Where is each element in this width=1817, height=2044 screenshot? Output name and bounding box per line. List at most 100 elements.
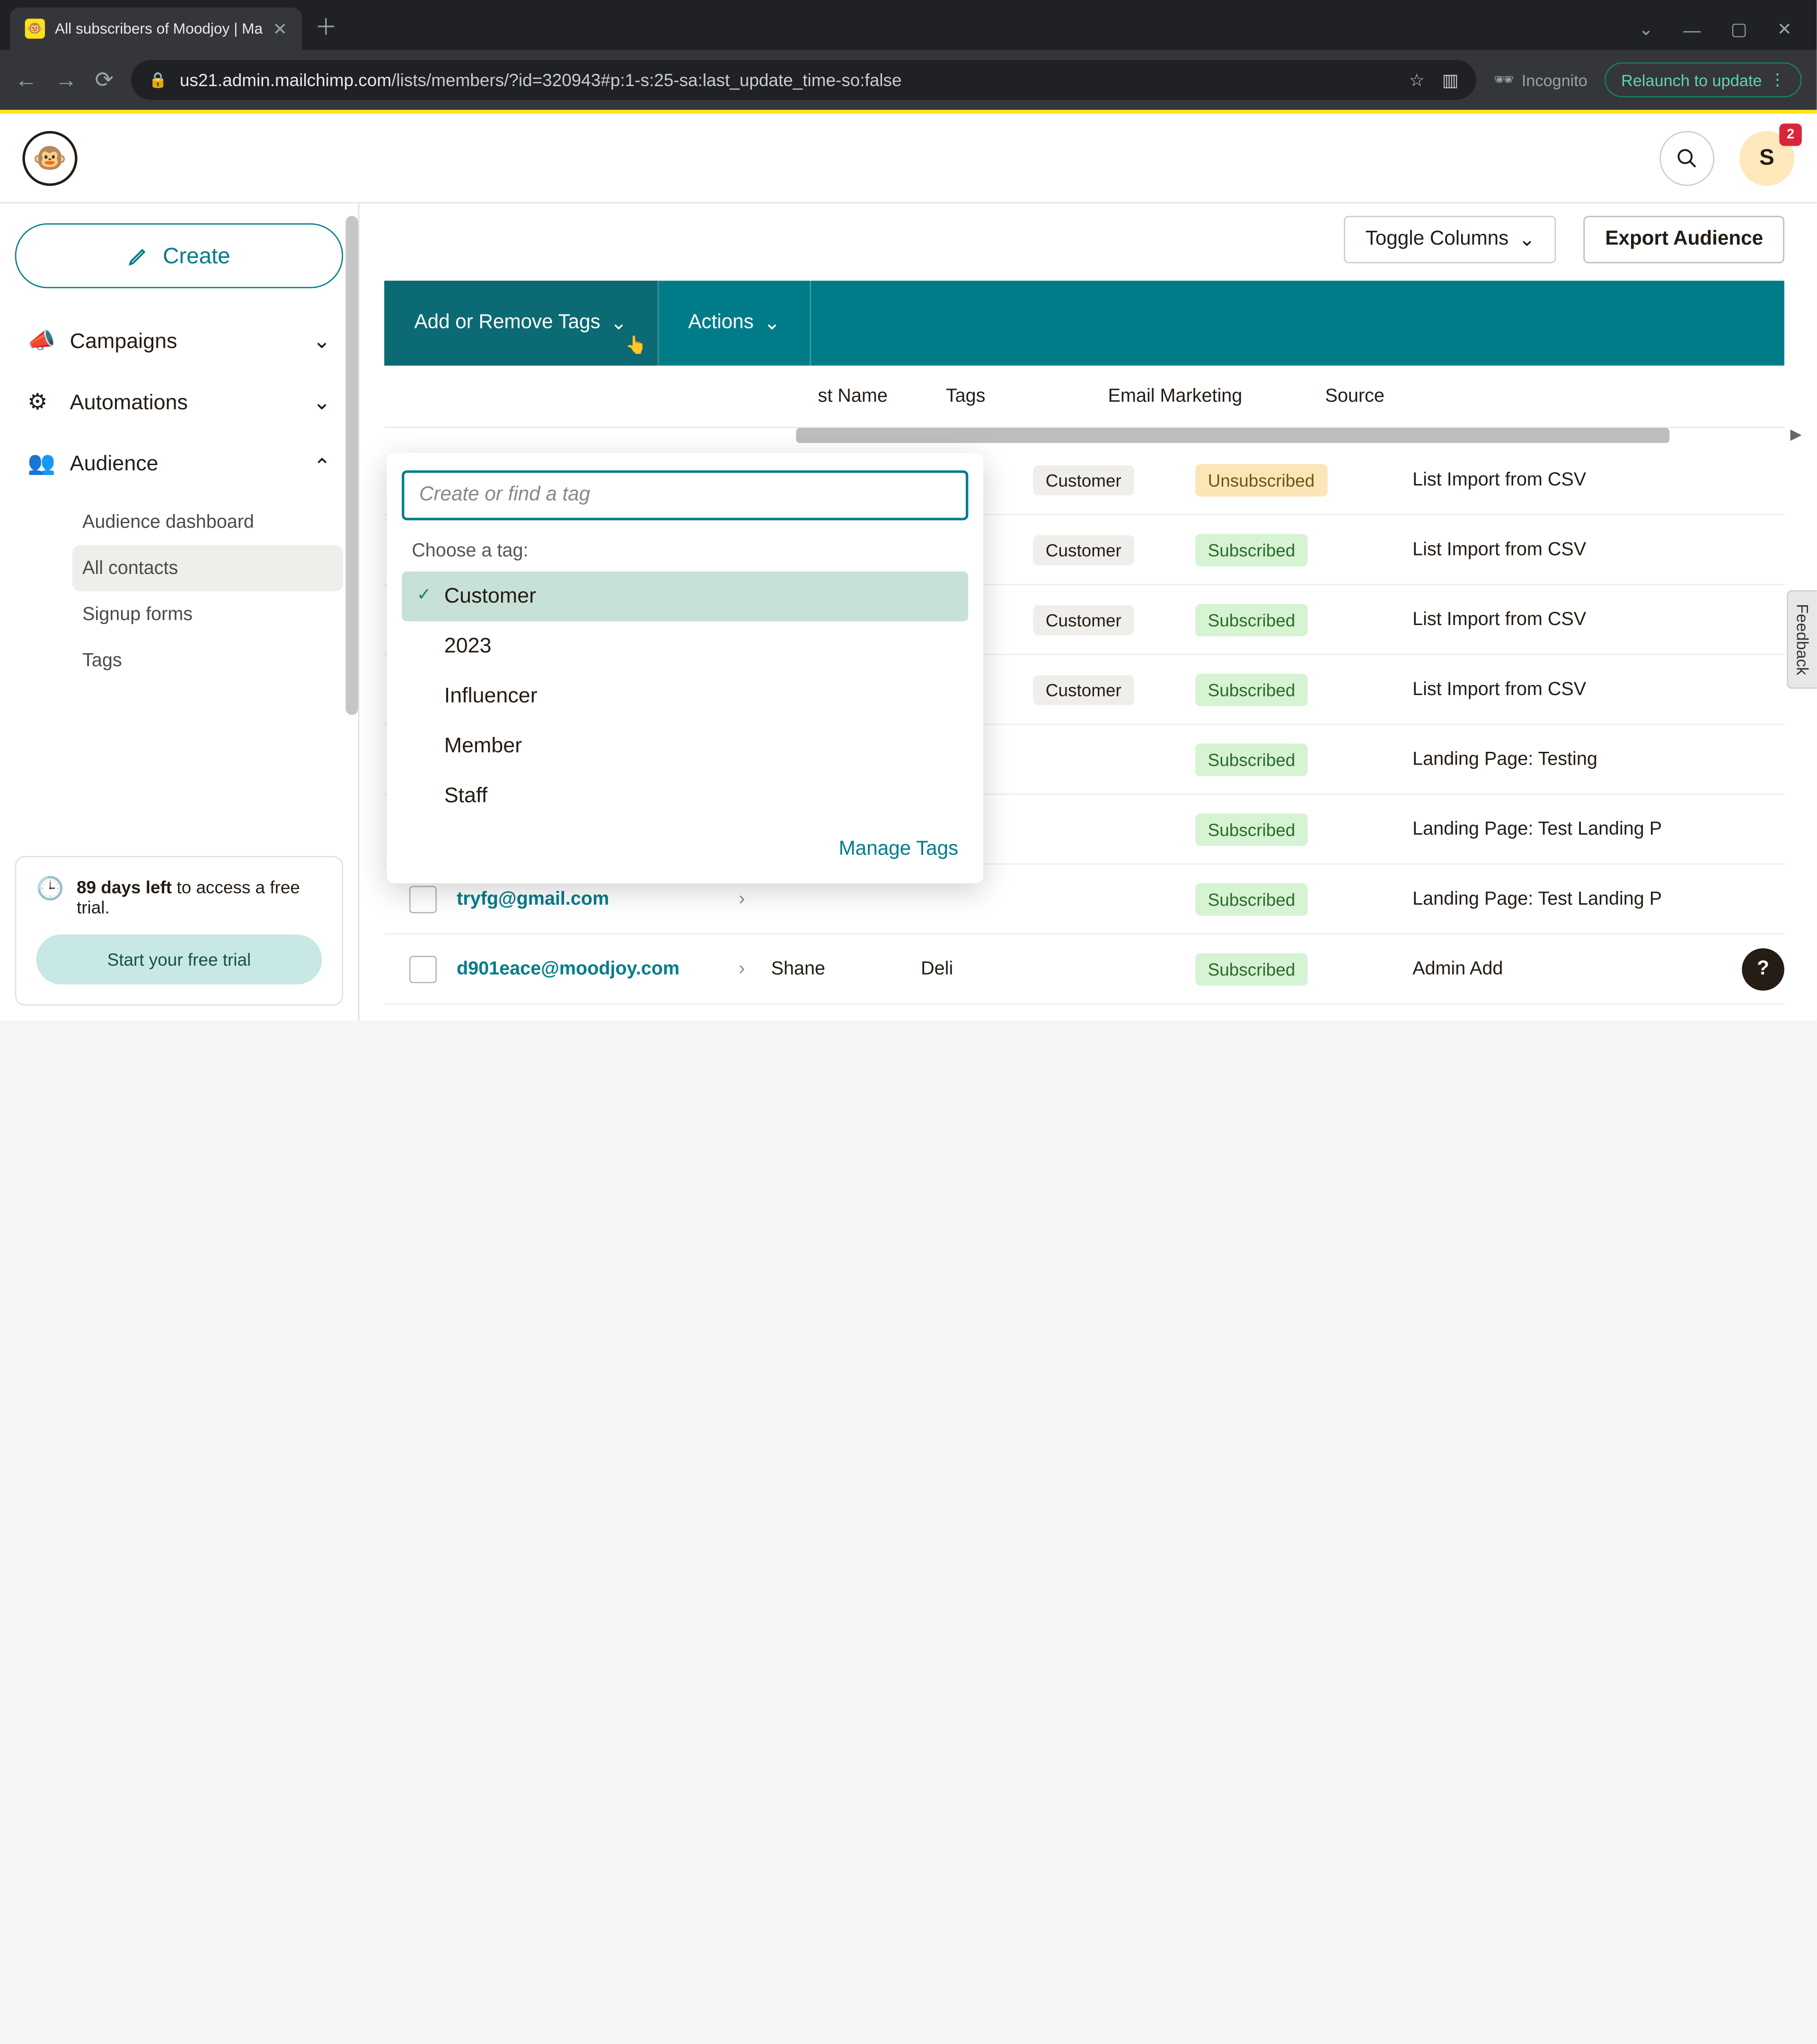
sidebar-item-audience[interactable]: 👥 Audience ⌄ xyxy=(15,438,344,489)
row-email[interactable]: tryfg@gmail.com xyxy=(457,889,739,910)
avatar-initial: S xyxy=(1759,145,1774,171)
notification-badge: 2 xyxy=(1779,123,1801,145)
tag-pill: Customer xyxy=(1033,465,1134,494)
tag-search-input[interactable] xyxy=(402,470,968,520)
status-badge: Subscribed xyxy=(1195,743,1307,775)
sidebar-item-label: Campaigns xyxy=(70,329,177,354)
row-source: List Import from CSV xyxy=(1412,539,1784,560)
lock-icon: 🔒 xyxy=(149,71,167,88)
tag-option[interactable]: Staff xyxy=(402,771,968,821)
col-first-name[interactable]: First Name xyxy=(796,386,945,407)
scroll-right-icon[interactable]: ▶ xyxy=(1790,425,1801,443)
tag-option[interactable]: Influencer xyxy=(402,671,968,721)
row-source: Landing Page: Test Landing P xyxy=(1412,819,1784,840)
tab-favicon-icon: 🐵 xyxy=(25,19,45,39)
actions-button[interactable]: Actions ⌄ xyxy=(658,281,811,365)
add-remove-tags-label: Add or Remove Tags xyxy=(414,312,600,334)
row-source: List Import from CSV xyxy=(1412,469,1784,491)
extensions-icon[interactable]: ▥ xyxy=(1442,69,1459,90)
tab-title: All subscribers of Moodjoy | Ma xyxy=(55,20,263,37)
relaunch-button[interactable]: Relaunch to update ⋮ xyxy=(1605,62,1802,97)
tab-close-icon[interactable]: ✕ xyxy=(273,18,287,39)
browser-tab-strip: 🐵 All subscribers of Moodjoy | Ma ✕ ＋ ⌄ … xyxy=(0,0,1817,50)
col-email-marketing[interactable]: Email Marketing xyxy=(1108,386,1325,407)
tag-pill: Customer xyxy=(1033,674,1134,704)
col-source[interactable]: Source xyxy=(1325,386,1525,407)
mailchimp-logo-icon[interactable]: 🐵 xyxy=(22,131,77,185)
forward-button[interactable]: → xyxy=(55,67,77,93)
row-email[interactable]: d901eace@moodjoy.com xyxy=(457,958,739,979)
reload-button[interactable]: ⟳ xyxy=(95,67,114,93)
relaunch-label: Relaunch to update xyxy=(1621,70,1762,89)
start-trial-button[interactable]: Start your free trial xyxy=(36,934,322,984)
maximize-icon[interactable]: ▢ xyxy=(1731,19,1747,40)
row-email-marketing: Subscribed xyxy=(1195,883,1412,916)
row-email-marketing: Subscribed xyxy=(1195,603,1412,636)
tag-option[interactable]: Member xyxy=(402,721,968,771)
row-email-marketing: Subscribed xyxy=(1195,952,1412,985)
row-email-marketing: Unsubscribed xyxy=(1195,464,1412,496)
feedback-tab[interactable]: Feedback xyxy=(1787,590,1817,689)
manage-tags-link[interactable]: Manage Tags xyxy=(839,838,959,860)
subnav-all-contacts[interactable]: All contacts xyxy=(72,545,343,591)
sidebar-scrollbar[interactable] xyxy=(345,203,361,1021)
sidebar-item-automations[interactable]: ⚙ Automations ⌄ xyxy=(15,377,344,428)
close-window-icon[interactable]: ✕ xyxy=(1777,19,1792,40)
status-badge: Unsubscribed xyxy=(1195,464,1327,496)
incognito-icon: 🕶 xyxy=(1493,70,1514,90)
chevron-down-icon: ⌄ xyxy=(1518,227,1535,252)
tags-popover: Choose a tag: Customer2023InfluencerMemb… xyxy=(387,453,983,883)
tag-pill: Customer xyxy=(1033,535,1134,564)
sidebar-item-campaigns[interactable]: 📣 Campaigns ⌄ xyxy=(15,316,344,367)
create-button[interactable]: Create xyxy=(15,223,344,288)
tag-option[interactable]: 2023 xyxy=(402,621,968,671)
table-row: d901eace@moodjoy.com›ShaneDeliSubscribed… xyxy=(384,934,1784,1004)
create-label: Create xyxy=(163,243,230,269)
help-button[interactable]: ? xyxy=(1742,948,1784,991)
row-checkbox[interactable] xyxy=(409,885,437,913)
col-tags[interactable]: Tags xyxy=(946,386,1108,407)
toggle-columns-button[interactable]: Toggle Columns ⌄ xyxy=(1344,216,1557,263)
back-button[interactable]: ← xyxy=(15,67,37,93)
row-email-marketing: Subscribed xyxy=(1195,533,1412,566)
search-button[interactable] xyxy=(1659,131,1714,185)
cursor-pointer-icon: 👆 xyxy=(625,335,647,356)
accent-bar xyxy=(0,110,1817,114)
account-avatar[interactable]: S 2 xyxy=(1739,131,1794,185)
table-header: First Name Tags Email Marketing Source xyxy=(384,366,1784,428)
chevron-down-icon[interactable]: ⌄ xyxy=(1639,19,1653,40)
audience-icon: 👥 xyxy=(27,450,70,476)
tag-pill: Customer xyxy=(1033,605,1134,634)
row-email-marketing: Subscribed xyxy=(1195,813,1412,846)
megaphone-icon: 📣 xyxy=(27,328,70,354)
browser-tab[interactable]: 🐵 All subscribers of Moodjoy | Ma ✕ xyxy=(10,8,302,50)
chevron-down-icon: ⌄ xyxy=(313,390,331,415)
add-remove-tags-button[interactable]: Add or Remove Tags ⌄ 👆 xyxy=(384,281,658,365)
subnav-signup-forms[interactable]: Signup forms xyxy=(72,591,343,638)
status-badge: Subscribed xyxy=(1195,813,1307,846)
subnav-tags[interactable]: Tags xyxy=(72,638,343,684)
row-source: List Import from CSV xyxy=(1412,679,1784,700)
chevron-down-icon: ⌄ xyxy=(313,329,331,354)
row-checkbox[interactable] xyxy=(409,955,437,983)
window-controls: ⌄ — ▢ ✕ xyxy=(1624,19,1807,50)
chevron-right-icon[interactable]: › xyxy=(739,958,771,979)
toggle-columns-label: Toggle Columns xyxy=(1366,229,1509,251)
minimize-icon[interactable]: — xyxy=(1683,19,1701,39)
export-audience-button[interactable]: Export Audience xyxy=(1584,216,1784,263)
chevron-right-icon[interactable]: › xyxy=(739,889,771,910)
new-tab-button[interactable]: ＋ xyxy=(302,10,350,43)
subnav-audience-dashboard[interactable]: Audience dashboard xyxy=(72,499,343,546)
address-bar[interactable]: 🔒 us21.admin.mailchimp.com/lists/members… xyxy=(131,60,1476,100)
trial-text: 89 days left to access a free trial. xyxy=(77,877,322,917)
tag-option-list: Customer2023InfluencerMemberStaff xyxy=(402,572,968,821)
search-icon xyxy=(1676,147,1698,169)
row-first-name: Shane xyxy=(771,958,921,979)
bulk-action-bar: Add or Remove Tags ⌄ 👆 Actions ⌄ xyxy=(384,281,1784,365)
bookmark-star-icon[interactable]: ☆ xyxy=(1409,69,1425,90)
table-horizontal-scrollbar[interactable]: ▶ xyxy=(796,428,1784,445)
pencil-icon xyxy=(128,245,150,267)
audience-subnav: Audience dashboard All contacts Signup f… xyxy=(15,499,344,684)
tag-option[interactable]: Customer xyxy=(402,572,968,621)
chevron-down-icon: ⌄ xyxy=(610,311,627,336)
